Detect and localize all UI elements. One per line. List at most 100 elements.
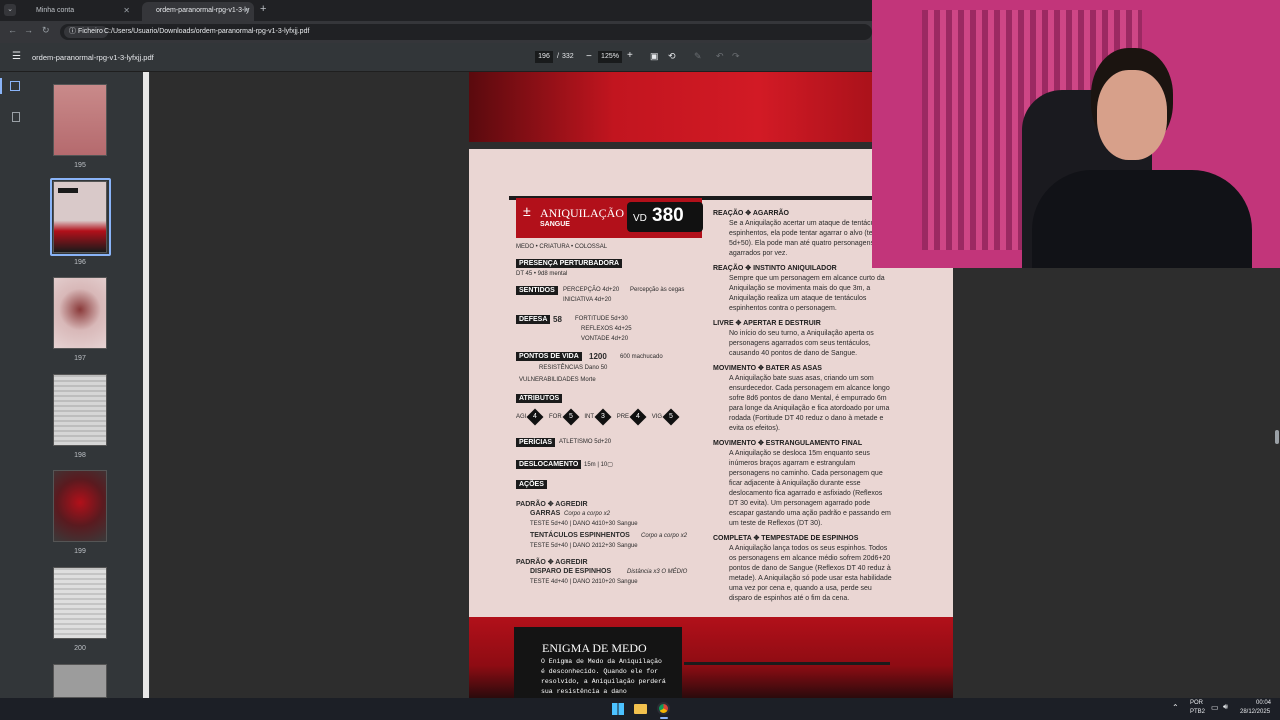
menu-icon[interactable]: ☰ xyxy=(12,51,21,62)
ability-text: Se a Aniquilação acertar um ataque de te… xyxy=(729,220,884,257)
clock-time[interactable]: 00:04 xyxy=(1256,700,1271,706)
ability-text: Sempre que um personagem em alcance curt… xyxy=(729,275,885,312)
hp-note: 600 machucado xyxy=(620,354,663,360)
ability-head: LIVRE ✥ APERTAR E DESTRUIR xyxy=(713,320,821,327)
thumbnail-page[interactable] xyxy=(53,470,107,542)
undo-icon[interactable]: ↶ xyxy=(716,51,724,62)
speaker-icon[interactable]: 🔊︎ xyxy=(1223,702,1228,712)
movement-value: 15m | 10▢ xyxy=(584,462,613,468)
webcam-person-head xyxy=(1097,70,1167,160)
file-explorer-icon[interactable] xyxy=(634,704,647,714)
resistances: RESISTÊNCIAS Dano 50 xyxy=(539,365,608,371)
thumbnail-page[interactable] xyxy=(53,181,107,253)
network-icon[interactable]: ▭ xyxy=(1211,703,1219,712)
ability-block: LIVRE ✥ APERTAR E DESTRUIR No início do s… xyxy=(713,319,893,359)
thumbnail-page[interactable] xyxy=(53,664,107,698)
initiative: INICIATIVA 4d+20 xyxy=(563,297,612,303)
vd-value: 380 xyxy=(652,205,684,226)
ability-block: REAÇÃO ✥ AGARRÃO Se a Aniquilação acertar… xyxy=(713,209,893,259)
tab-pdf[interactable]: ordem-paranormal-rpg-v1-3-ly ✕ xyxy=(142,2,254,21)
reload-icon[interactable]: ↻ xyxy=(42,25,50,36)
taskbar: ⌃ POR PTB2 ▭ 🔊︎ 00:04 28/12/2025 xyxy=(0,698,1280,720)
creature-tags: MEDO • CRIATURA • COLOSSAL xyxy=(516,244,608,250)
rotate-icon[interactable]: ⟲ xyxy=(668,51,676,62)
close-tab-icon[interactable]: ✕ xyxy=(243,2,250,19)
thumbnail-label: 199 xyxy=(74,548,86,555)
page-number-input[interactable]: 196 xyxy=(535,51,553,63)
ability-head: REAÇÃO ✥ INSTINTO ANIQUILADOR xyxy=(713,265,837,272)
active-app-indicator xyxy=(660,717,668,719)
senses-label: SENTIDOS xyxy=(516,286,558,295)
ability-head: REAÇÃO ✥ AGARRÃO xyxy=(713,210,789,217)
tab-title: ordem-paranormal-rpg-v1-3-ly xyxy=(156,7,250,14)
thumbnail-page[interactable] xyxy=(53,277,107,349)
annotate-icon[interactable]: ✎ xyxy=(694,51,702,62)
action1-head: PADRÃO ✥ AGREDIR xyxy=(516,501,588,508)
webcam-person-body xyxy=(1032,170,1252,268)
attr-diamond: 3 xyxy=(594,408,612,426)
back-icon[interactable]: ← xyxy=(8,25,17,35)
attr-value: 4 xyxy=(533,413,538,420)
movement-label: DESLOCAMENTO xyxy=(516,460,582,469)
thumbnails-view-icon[interactable] xyxy=(10,81,20,91)
skills-value: ATLETISMO 5d+20 xyxy=(559,439,612,445)
hp-label: PONTOS DE VIDA xyxy=(516,352,582,361)
attr-diamond: 5 xyxy=(562,408,580,426)
thumbnail-scrollbar[interactable] xyxy=(143,72,149,698)
ability-block: COMPLETA ✥ TEMPESTADE DE ESPINHOS A Aniqu… xyxy=(713,534,893,604)
tab-minha-conta[interactable]: Minha conta ✕ xyxy=(22,2,134,21)
attr-name: FOR xyxy=(549,414,562,420)
windows-start-icon[interactable] xyxy=(612,703,624,715)
presence-label: PRESENÇA PERTURBADORA xyxy=(516,259,623,268)
attr-name: VIG xyxy=(651,414,663,420)
clock-date[interactable]: 28/12/2025 xyxy=(1240,709,1270,715)
thumbnail-page[interactable] xyxy=(53,374,107,446)
action1b-name: TENTÁCULOS ESPINHENTOS xyxy=(530,532,630,539)
bottom-line xyxy=(684,662,890,665)
defense-label: DEFESA xyxy=(516,315,551,324)
outline-view-icon[interactable] xyxy=(12,112,20,122)
tray-chevron-icon[interactable]: ⌃ xyxy=(1172,703,1179,712)
attr-diamond: 4 xyxy=(629,408,647,426)
viewer-scrollbar-thumb[interactable] xyxy=(1275,430,1279,444)
pdf-sidebar xyxy=(0,72,30,698)
perception: PERCEPÇÃO 4d+20 xyxy=(563,287,620,293)
omnibox[interactable]: ⓘ Ficheiro C:/Users/Usuario/Downloads/or… xyxy=(60,24,872,40)
total-pages: 332 xyxy=(562,53,574,60)
forward-icon[interactable]: → xyxy=(24,25,33,35)
attr-name: PRE xyxy=(616,414,630,420)
vulnerabilities: VULNERABILIDADES Morte xyxy=(519,377,596,383)
close-tab-icon[interactable]: ✕ xyxy=(123,2,130,19)
url-text: C:/Users/Usuario/Downloads/ordem-paranor… xyxy=(104,28,310,35)
ability-text: No início do seu turno, a Aniquilação ap… xyxy=(729,330,874,357)
attr-value: 3 xyxy=(601,413,605,420)
action2a-stats: TESTE 4d+40 | DANO 2d10+20 Sangue xyxy=(530,579,638,585)
ability-head: MOVIMENTO ✥ ESTRANGULAMENTO FINAL xyxy=(713,440,863,447)
thumbnail-label: 197 xyxy=(74,355,86,362)
file-name: ordem-paranormal-rpg-v1-3-lyfxjj.pdf xyxy=(32,53,154,62)
ability-block: MOVIMENTO ✥ BATER AS ASAS A Aniquilação b… xyxy=(713,364,893,434)
zoom-in-button[interactable]: + xyxy=(627,50,633,61)
file-chip[interactable]: ⓘ Ficheiro xyxy=(64,26,108,38)
thumbnail-label: 198 xyxy=(74,452,86,459)
keyboard-layout[interactable]: PTB2 xyxy=(1190,709,1205,715)
ability-head: MOVIMENTO ✥ BATER AS ASAS xyxy=(713,365,822,372)
zoom-input[interactable]: 125% xyxy=(598,51,622,63)
hp-value: 1200 xyxy=(589,352,607,361)
fit-page-icon[interactable]: ▣ xyxy=(650,51,659,62)
ability-head: COMPLETA ✥ TEMPESTADE DE ESPINHOS xyxy=(713,535,859,542)
thumbnail-label: 195 xyxy=(74,162,86,169)
chrome-icon[interactable] xyxy=(657,702,670,715)
attributes-row: AGI 4 FOR 5 INT 3 PRE 4 VIG 5 xyxy=(516,408,683,426)
page-separator: / xyxy=(557,53,559,60)
zoom-out-button[interactable]: − xyxy=(586,51,592,62)
action1a-name: GARRAS xyxy=(530,510,561,517)
redo-icon[interactable]: ↷ xyxy=(732,51,740,62)
tab-list-icon[interactable]: ⌄ xyxy=(4,4,16,16)
action2a-type: Distância x3 O MÉDIO xyxy=(627,569,688,575)
language-indicator[interactable]: POR xyxy=(1190,700,1203,706)
actions-label: AÇÕES xyxy=(516,480,547,489)
thumbnail-page[interactable] xyxy=(53,84,107,156)
thumbnail-page[interactable] xyxy=(53,567,107,639)
new-tab-button[interactable]: + xyxy=(260,3,266,15)
